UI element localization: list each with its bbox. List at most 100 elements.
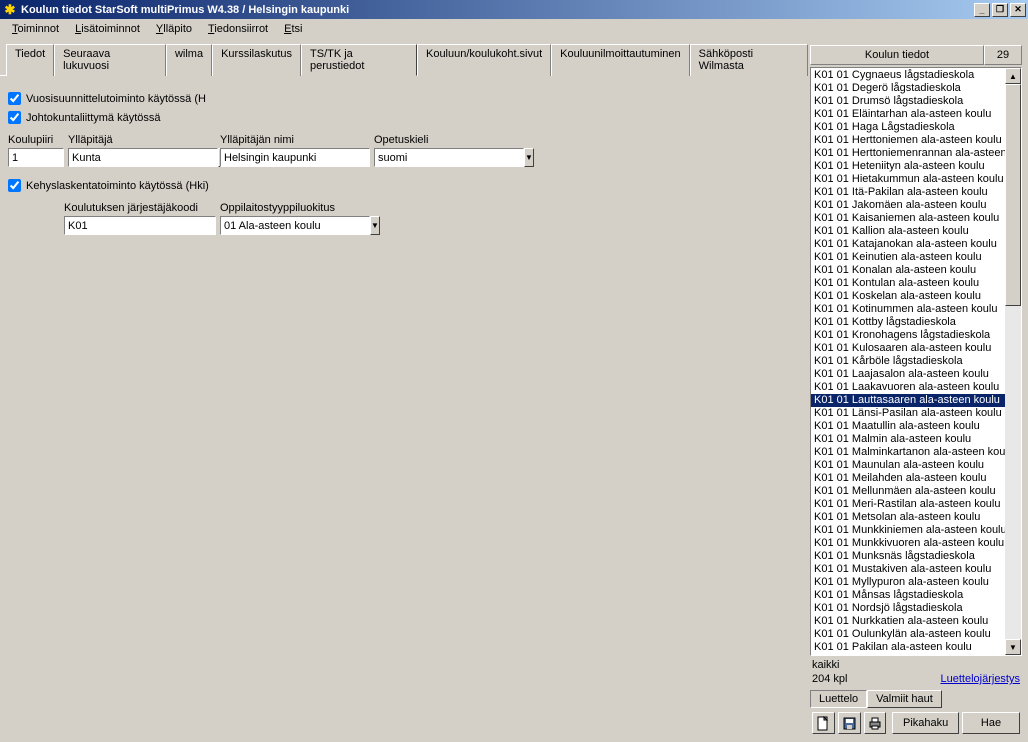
list-item[interactable]: K01 01 Meri-Rastilan ala-asteen koulu: [811, 498, 1005, 511]
list-item[interactable]: K01 01 Heteniityn ala-asteen koulu: [811, 160, 1005, 173]
list-item[interactable]: K01 01 Degerö lågstadieskola: [811, 82, 1005, 95]
list-item[interactable]: K01 01 Malmin ala-asteen koulu: [811, 433, 1005, 446]
list-item[interactable]: K01 01 Jakomäen ala-asteen koulu: [811, 199, 1005, 212]
tab-kurssilaskutus[interactable]: Kurssilaskutus: [212, 44, 301, 76]
label-oppilaitos: Oppilaitostyyppiluokitus: [220, 202, 368, 214]
menu-etsi[interactable]: Etsi: [276, 21, 310, 37]
menu-toiminnot[interactable]: Toiminnot: [4, 21, 67, 37]
list-item[interactable]: K01 01 Oulunkylän ala-asteen koulu: [811, 628, 1005, 641]
list-item[interactable]: K01 01 Malminkartanon ala-asteen koulu: [811, 446, 1005, 459]
new-doc-icon[interactable]: [812, 712, 835, 734]
print-icon[interactable]: [864, 712, 887, 734]
menu-yllapito[interactable]: Ylläpito: [148, 21, 200, 37]
minimize-button[interactable]: _: [974, 3, 990, 17]
close-button[interactable]: ✕: [1010, 3, 1026, 17]
list-item[interactable]: K01 01 Myllypuron ala-asteen koulu: [811, 576, 1005, 589]
input-koulupiiri[interactable]: [8, 148, 64, 167]
app-icon: ✱: [2, 2, 18, 18]
chevron-down-icon[interactable]: ▼: [524, 148, 534, 167]
list-item[interactable]: K01 01 Laakavuoren ala-asteen koulu: [811, 381, 1005, 394]
list-item[interactable]: K01 01 Kallion ala-asteen koulu: [811, 225, 1005, 238]
list-item[interactable]: K01 01 Eläintarhan ala-asteen koulu: [811, 108, 1005, 121]
list-item[interactable]: K01 01 Pakilan ala-asteen koulu: [811, 641, 1005, 654]
chk-vuosisuunnittelu-label: Vuosisuunnittelutoiminto käytössä (H: [26, 93, 206, 105]
scrollbar[interactable]: ▲ ▼: [1005, 68, 1021, 655]
tab-ts-tk-ja-perustiedot[interactable]: TS/TK ja perustiedot: [301, 44, 417, 76]
tab-strip: TiedotSeuraava lukuvuosiwilmaKurssilasku…: [6, 43, 808, 75]
side-panel-title: Koulun tiedot: [810, 45, 984, 65]
list-item[interactable]: K01 01 Meilahden ala-asteen koulu: [811, 472, 1005, 485]
chk-kehyslaskenta[interactable]: [8, 179, 21, 192]
chk-johtokunta[interactable]: [8, 111, 21, 124]
list-item[interactable]: K01 01 Munksnäs lågstadieskola: [811, 550, 1005, 563]
save-icon[interactable]: [838, 712, 861, 734]
list-item[interactable]: K01 01 Hietakummun ala-asteen koulu: [811, 173, 1005, 186]
list-item[interactable]: K01 01 Kaisaniemen ala-asteen koulu: [811, 212, 1005, 225]
list-item[interactable]: K01 01 Maunulan ala-asteen koulu: [811, 459, 1005, 472]
list-item[interactable]: K01 01 Laajasalon ala-asteen koulu: [811, 368, 1005, 381]
list-item[interactable]: K01 01 Koskelan ala-asteen koulu: [811, 290, 1005, 303]
list-item[interactable]: K01 01 Nordsjö lågstadieskola: [811, 602, 1005, 615]
list-item[interactable]: K01 01 Herttoniemenrannan ala-asteen k: [811, 147, 1005, 160]
list-item[interactable]: K01 01 Mustakiven ala-asteen koulu: [811, 563, 1005, 576]
scroll-track[interactable]: [1005, 84, 1021, 639]
combo-yllapitaja[interactable]: [68, 148, 218, 167]
menu-lisatoiminnot[interactable]: Lisätoiminnot: [67, 21, 148, 37]
label-yllapitaja: Ylläpitäjä: [68, 134, 216, 146]
side-panel-count: 29: [984, 45, 1022, 65]
list-item[interactable]: K01 01 Haga Lågstadieskola: [811, 121, 1005, 134]
input-koulutuksen[interactable]: [64, 216, 216, 235]
tab-s-hk-posti-wilmasta[interactable]: Sähköposti Wilmasta: [690, 44, 808, 76]
list-item[interactable]: K01 01 Keinutien ala-asteen koulu: [811, 251, 1005, 264]
list-item[interactable]: K01 01 Munkkiniemen ala-asteen koulu: [811, 524, 1005, 537]
list-item[interactable]: K01 01 Lauttasaaren ala-asteen koulu: [811, 394, 1005, 407]
list-item[interactable]: K01 01 Månsas lågstadieskola: [811, 589, 1005, 602]
list-item[interactable]: K01 01 Maatullin ala-asteen koulu: [811, 420, 1005, 433]
list-item[interactable]: K01 01 Itä-Pakilan ala-asteen koulu: [811, 186, 1005, 199]
list-item[interactable]: K01 01 Kottby lågstadieskola: [811, 316, 1005, 329]
link-luettelojarjestys[interactable]: Luettelojärjestys: [941, 673, 1021, 685]
pikahaku-button[interactable]: Pikahaku: [892, 712, 959, 734]
list-item[interactable]: K01 01 Kronohagens lågstadieskola: [811, 329, 1005, 342]
list-item[interactable]: K01 01 Länsi-Pasilan ala-asteen koulu: [811, 407, 1005, 420]
label-koulutuksen: Koulutuksen järjestäjäkoodi: [64, 202, 216, 214]
school-listbox[interactable]: K01 01 Cygnaeus lågstadieskolaK01 01 Deg…: [810, 67, 1022, 656]
list-item[interactable]: K01 01 Kontulan ala-asteen koulu: [811, 277, 1005, 290]
minitab-valmiit-haut[interactable]: Valmiit haut: [867, 690, 942, 708]
chevron-down-icon[interactable]: ▼: [370, 216, 380, 235]
list-item[interactable]: K01 01 Mellunmäen ala-asteen koulu: [811, 485, 1005, 498]
scroll-down-icon[interactable]: ▼: [1005, 639, 1021, 655]
list-item[interactable]: K01 01 Kotinummen ala-asteen koulu: [811, 303, 1005, 316]
list-item[interactable]: K01 01 Kårböle lågstadieskola: [811, 355, 1005, 368]
minitab-luettelo[interactable]: Luettelo: [810, 690, 867, 708]
chk-johtokunta-label: Johtokuntaliittymä käytössä: [26, 112, 161, 124]
status-kaikki: kaikki: [812, 659, 1020, 671]
tab-kouluunilmoittautuminen[interactable]: Kouluunilmoittautuminen: [551, 44, 689, 76]
list-item[interactable]: K01 01 Konalan ala-asteen koulu: [811, 264, 1005, 277]
list-item[interactable]: K01 01 Nurkkatien ala-asteen koulu: [811, 615, 1005, 628]
list-item[interactable]: K01 01 Munkkivuoren ala-asteen koulu: [811, 537, 1005, 550]
combo-opetuskieli[interactable]: [374, 148, 524, 167]
window-title: Koulun tiedot StarSoft multiPrimus W4.38…: [21, 4, 974, 16]
tab-seuraava-lukuvuosi[interactable]: Seuraava lukuvuosi: [54, 44, 166, 76]
menu-tiedonsiirrot[interactable]: Tiedonsiirrot: [200, 21, 276, 37]
maximize-button[interactable]: ❐: [992, 3, 1008, 17]
label-opetuskieli: Opetuskieli: [374, 134, 522, 146]
chk-vuosisuunnittelu[interactable]: [8, 92, 21, 105]
scroll-up-icon[interactable]: ▲: [1005, 68, 1021, 84]
list-item[interactable]: K01 01 Metsolan ala-asteen koulu: [811, 511, 1005, 524]
list-item[interactable]: K01 01 Katajanokan ala-asteen koulu: [811, 238, 1005, 251]
status-count: 204 kpl: [812, 673, 847, 685]
combo-oppilaitos[interactable]: [220, 216, 370, 235]
scroll-thumb[interactable]: [1005, 84, 1021, 306]
hae-button[interactable]: Hae: [962, 712, 1020, 734]
list-item[interactable]: K01 01 Drumsö lågstadieskola: [811, 95, 1005, 108]
list-item[interactable]: K01 01 Herttoniemen ala-asteen koulu: [811, 134, 1005, 147]
tab-wilma[interactable]: wilma: [166, 44, 212, 76]
tab-tiedot[interactable]: Tiedot: [6, 44, 54, 76]
list-item[interactable]: K01 01 Kulosaaren ala-asteen koulu: [811, 342, 1005, 355]
input-yllapitajan-nimi[interactable]: [220, 148, 370, 167]
side-panel: Koulun tiedot 29 K01 01 Cygnaeus lågstad…: [808, 39, 1028, 742]
list-item[interactable]: K01 01 Cygnaeus lågstadieskola: [811, 69, 1005, 82]
tab-kouluun-koulukoht-sivut[interactable]: Kouluun/koulukoht.sivut: [417, 44, 551, 76]
